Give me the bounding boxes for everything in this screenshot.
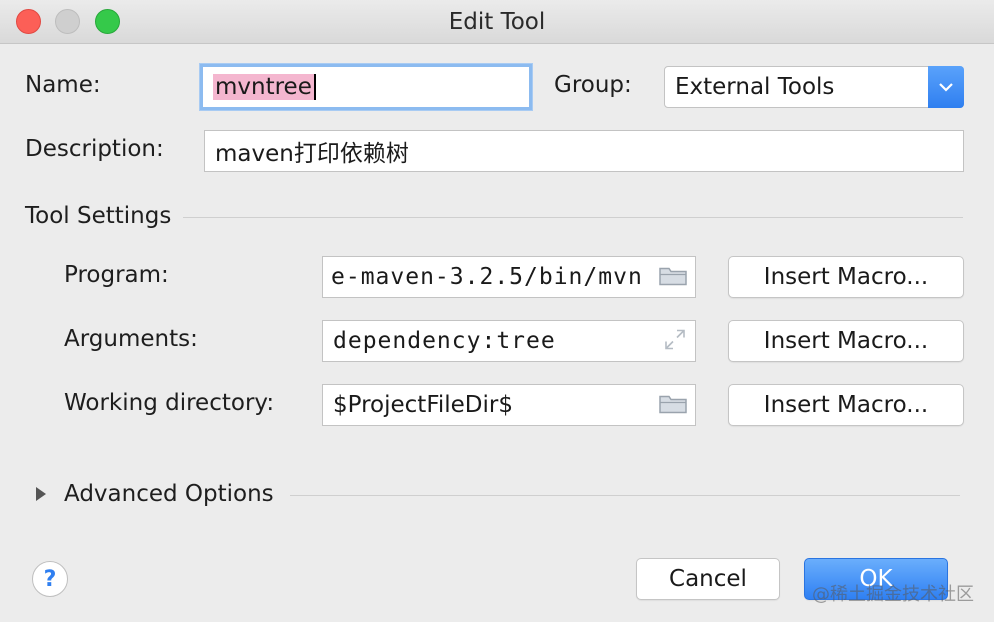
description-label: Description: — [25, 136, 164, 162]
cancel-button[interactable]: Cancel — [636, 558, 780, 600]
arguments-field[interactable]: dependency:tree — [322, 320, 696, 362]
working-directory-field[interactable]: $ProjectFileDir$ — [322, 384, 696, 426]
program-insert-macro-button[interactable]: Insert Macro... — [728, 256, 964, 298]
arguments-label: Arguments: — [64, 326, 198, 352]
help-button[interactable]: ? — [32, 561, 68, 597]
name-field[interactable]: mvntree — [200, 64, 532, 110]
disclosure-triangle-icon[interactable] — [36, 487, 46, 501]
group-label: Group: — [554, 72, 632, 98]
tool-settings-heading: Tool Settings — [25, 203, 172, 229]
watermark-text: @稀土掘金技术社区 — [812, 584, 974, 605]
chevron-down-icon[interactable] — [928, 66, 964, 108]
folder-icon[interactable] — [659, 266, 687, 289]
arguments-insert-macro-button[interactable]: Insert Macro... — [728, 320, 964, 362]
group-combobox[interactable]: External Tools — [664, 66, 964, 108]
description-field-value: maven打印依赖树 — [215, 141, 409, 167]
working-directory-label: Working directory: — [64, 390, 275, 416]
window-title: Edit Tool — [448, 9, 546, 35]
advanced-options-toggle[interactable]: Advanced Options — [64, 481, 274, 507]
group-combobox-value: External Tools — [675, 74, 835, 100]
advanced-divider — [290, 495, 960, 496]
program-label: Program: — [64, 262, 169, 288]
arguments-field-value: dependency:tree — [333, 328, 556, 354]
working-directory-field-value: $ProjectFileDir$ — [333, 392, 514, 418]
folder-icon[interactable] — [659, 394, 687, 417]
description-field[interactable]: maven打印依赖树 — [204, 130, 964, 172]
working-directory-insert-macro-button[interactable]: Insert Macro... — [728, 384, 964, 426]
section-divider — [183, 217, 963, 218]
program-field-value: e-maven-3.2.5/bin/mvn — [331, 264, 643, 290]
name-field-value: mvntree — [213, 74, 314, 100]
edit-tool-dialog: Edit Tool Name: mvntree Group: External … — [0, 0, 994, 622]
program-field[interactable]: e-maven-3.2.5/bin/mvn — [322, 256, 696, 298]
expand-icon[interactable] — [663, 328, 687, 355]
name-label: Name: — [25, 72, 101, 98]
title-bar: Edit Tool — [0, 0, 994, 44]
text-caret — [313, 74, 316, 100]
